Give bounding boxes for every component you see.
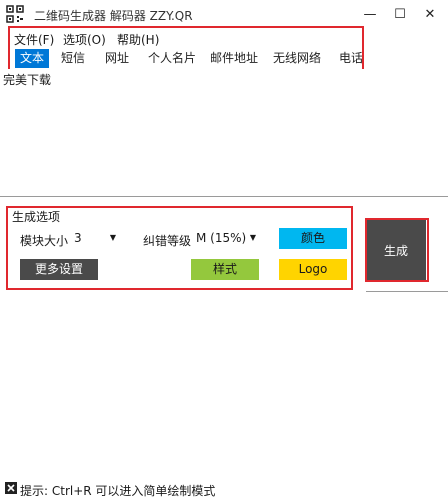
close-icon — [5, 482, 17, 494]
generate-highlight — [365, 218, 429, 282]
maximize-button[interactable]: ☐ — [389, 4, 411, 24]
text-input-value: 完美下载 — [3, 73, 52, 87]
text-input-area[interactable] — [0, 69, 445, 194]
window-title: 二维码生成器 解码器 ZZY.QR — [34, 9, 193, 23]
close-button[interactable]: ✕ — [419, 4, 441, 24]
minimize-button[interactable]: — — [359, 4, 381, 24]
options-highlight — [6, 206, 353, 290]
text-area-divider — [0, 196, 448, 197]
qr-app-icon — [6, 5, 24, 23]
preview-divider — [366, 291, 448, 292]
status-text: 提示: Ctrl+R 可以进入简单绘制模式 — [20, 484, 216, 498]
